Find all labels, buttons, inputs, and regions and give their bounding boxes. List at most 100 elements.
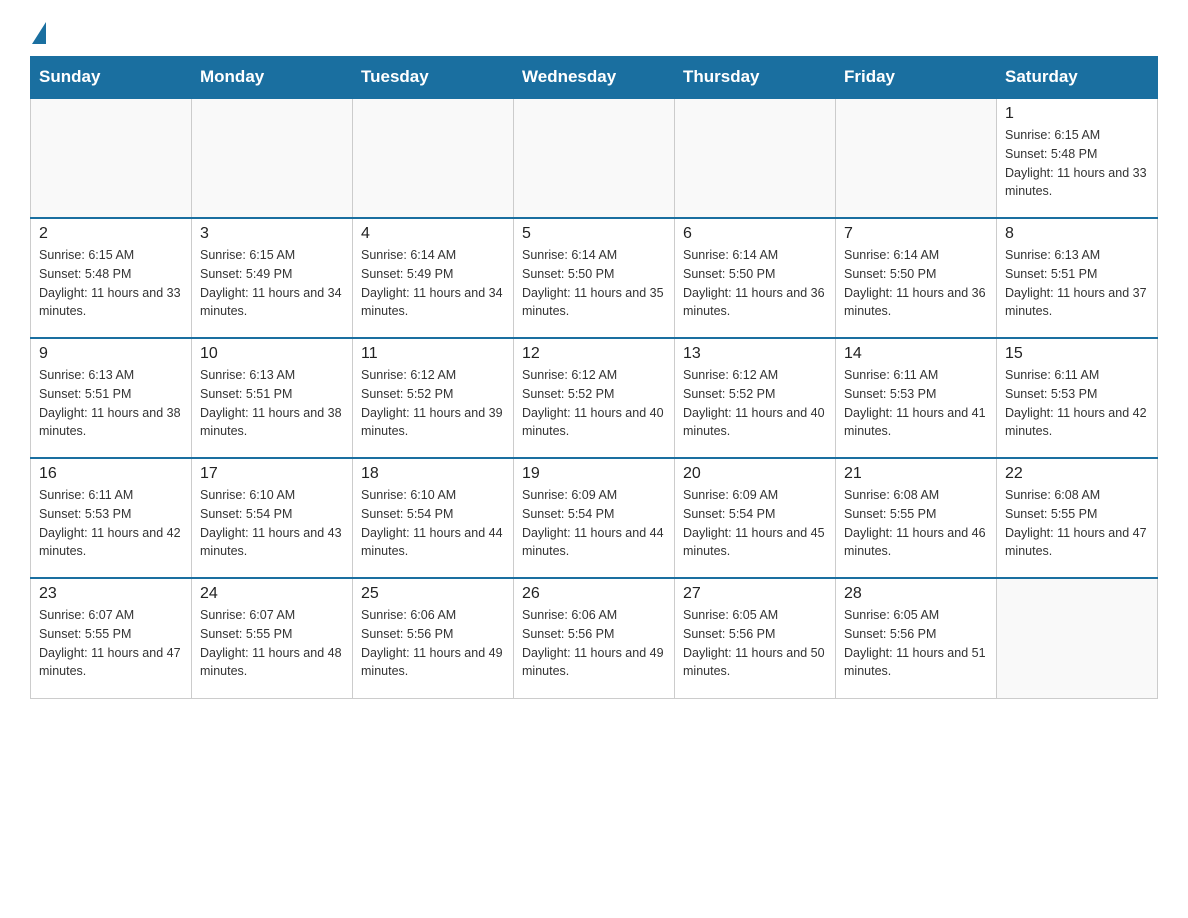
col-header-wednesday: Wednesday: [514, 57, 675, 99]
week-row-3: 9 Sunrise: 6:13 AMSunset: 5:51 PMDaylight…: [31, 338, 1158, 458]
calendar-cell: 1 Sunrise: 6:15 AMSunset: 5:48 PMDaylight…: [997, 98, 1158, 218]
calendar-cell: [675, 98, 836, 218]
calendar-cell: 13 Sunrise: 6:12 AMSunset: 5:52 PMDayligh…: [675, 338, 836, 458]
day-number: 15: [1005, 345, 1149, 363]
week-row-1: 1 Sunrise: 6:15 AMSunset: 5:48 PMDaylight…: [31, 98, 1158, 218]
calendar-cell: 27 Sunrise: 6:05 AMSunset: 5:56 PMDayligh…: [675, 578, 836, 698]
day-info: Sunrise: 6:07 AMSunset: 5:55 PMDaylight:…: [200, 606, 344, 681]
day-number: 20: [683, 465, 827, 483]
day-number: 24: [200, 585, 344, 603]
calendar-cell: 28 Sunrise: 6:05 AMSunset: 5:56 PMDayligh…: [836, 578, 997, 698]
day-number: 21: [844, 465, 988, 483]
day-info: Sunrise: 6:14 AMSunset: 5:50 PMDaylight:…: [844, 246, 988, 321]
calendar-header-row: SundayMondayTuesdayWednesdayThursdayFrid…: [31, 57, 1158, 99]
day-info: Sunrise: 6:08 AMSunset: 5:55 PMDaylight:…: [1005, 486, 1149, 561]
calendar-cell: [31, 98, 192, 218]
calendar-cell: 6 Sunrise: 6:14 AMSunset: 5:50 PMDaylight…: [675, 218, 836, 338]
calendar-cell: 7 Sunrise: 6:14 AMSunset: 5:50 PMDaylight…: [836, 218, 997, 338]
day-info: Sunrise: 6:12 AMSunset: 5:52 PMDaylight:…: [683, 366, 827, 441]
day-info: Sunrise: 6:13 AMSunset: 5:51 PMDaylight:…: [200, 366, 344, 441]
day-info: Sunrise: 6:10 AMSunset: 5:54 PMDaylight:…: [200, 486, 344, 561]
calendar-cell: 25Sunrise: 6:06 AMSunset: 5:56 PMDayligh…: [353, 578, 514, 698]
calendar-cell: 4 Sunrise: 6:14 AMSunset: 5:49 PMDaylight…: [353, 218, 514, 338]
week-row-5: 23 Sunrise: 6:07 AMSunset: 5:55 PMDayligh…: [31, 578, 1158, 698]
day-number: 1: [1005, 105, 1149, 123]
day-number: 12: [522, 345, 666, 363]
calendar-cell: 20 Sunrise: 6:09 AMSunset: 5:54 PMDayligh…: [675, 458, 836, 578]
logo-triangle-icon: [32, 22, 46, 44]
day-info: Sunrise: 6:15 AMSunset: 5:48 PMDaylight:…: [39, 246, 183, 321]
day-info: Sunrise: 6:12 AMSunset: 5:52 PMDaylight:…: [361, 366, 505, 441]
day-info: Sunrise: 6:12 AMSunset: 5:52 PMDaylight:…: [522, 366, 666, 441]
day-number: 10: [200, 345, 344, 363]
day-info: Sunrise: 6:08 AMSunset: 5:55 PMDaylight:…: [844, 486, 988, 561]
day-info: Sunrise: 6:09 AMSunset: 5:54 PMDaylight:…: [522, 486, 666, 561]
day-info: Sunrise: 6:11 AMSunset: 5:53 PMDaylight:…: [844, 366, 988, 441]
day-number: 22: [1005, 465, 1149, 483]
calendar-table: SundayMondayTuesdayWednesdayThursdayFrid…: [30, 56, 1158, 699]
calendar-cell: 18 Sunrise: 6:10 AMSunset: 5:54 PMDayligh…: [353, 458, 514, 578]
calendar-cell: 2 Sunrise: 6:15 AMSunset: 5:48 PMDaylight…: [31, 218, 192, 338]
calendar-cell: 3 Sunrise: 6:15 AMSunset: 5:49 PMDaylight…: [192, 218, 353, 338]
calendar-cell: 10 Sunrise: 6:13 AMSunset: 5:51 PMDayligh…: [192, 338, 353, 458]
logo: [30, 20, 46, 38]
calendar-cell: 16Sunrise: 6:11 AMSunset: 5:53 PMDayligh…: [31, 458, 192, 578]
calendar-cell: 12 Sunrise: 6:12 AMSunset: 5:52 PMDayligh…: [514, 338, 675, 458]
day-number: 11: [361, 345, 505, 363]
calendar-cell: 15 Sunrise: 6:11 AMSunset: 5:53 PMDayligh…: [997, 338, 1158, 458]
day-number: 28: [844, 585, 988, 603]
day-info: Sunrise: 6:10 AMSunset: 5:54 PMDaylight:…: [361, 486, 505, 561]
day-number: 8: [1005, 225, 1149, 243]
day-number: 14: [844, 345, 988, 363]
day-info: Sunrise: 6:14 AMSunset: 5:50 PMDaylight:…: [522, 246, 666, 321]
calendar-cell: 22 Sunrise: 6:08 AMSunset: 5:55 PMDayligh…: [997, 458, 1158, 578]
day-number: 19: [522, 465, 666, 483]
day-info: Sunrise: 6:05 AMSunset: 5:56 PMDaylight:…: [844, 606, 988, 681]
calendar-cell: 19 Sunrise: 6:09 AMSunset: 5:54 PMDayligh…: [514, 458, 675, 578]
day-number: 18: [361, 465, 505, 483]
calendar-cell: 9 Sunrise: 6:13 AMSunset: 5:51 PMDaylight…: [31, 338, 192, 458]
day-number: 16: [39, 465, 183, 483]
day-info: Sunrise: 6:05 AMSunset: 5:56 PMDaylight:…: [683, 606, 827, 681]
calendar-cell: 5 Sunrise: 6:14 AMSunset: 5:50 PMDaylight…: [514, 218, 675, 338]
calendar-cell: 24 Sunrise: 6:07 AMSunset: 5:55 PMDayligh…: [192, 578, 353, 698]
day-info: Sunrise: 6:11 AMSunset: 5:53 PMDaylight:…: [1005, 366, 1149, 441]
week-row-4: 16Sunrise: 6:11 AMSunset: 5:53 PMDayligh…: [31, 458, 1158, 578]
day-info: Sunrise: 6:15 AMSunset: 5:49 PMDaylight:…: [200, 246, 344, 321]
week-row-2: 2 Sunrise: 6:15 AMSunset: 5:48 PMDaylight…: [31, 218, 1158, 338]
day-info: Sunrise: 6:13 AMSunset: 5:51 PMDaylight:…: [1005, 246, 1149, 321]
day-number: 4: [361, 225, 505, 243]
day-number: 23: [39, 585, 183, 603]
day-number: 3: [200, 225, 344, 243]
day-info: Sunrise: 6:15 AMSunset: 5:48 PMDaylight:…: [1005, 126, 1149, 201]
day-number: 17: [200, 465, 344, 483]
calendar-cell: 21 Sunrise: 6:08 AMSunset: 5:55 PMDayligh…: [836, 458, 997, 578]
calendar-cell: 17 Sunrise: 6:10 AMSunset: 5:54 PMDayligh…: [192, 458, 353, 578]
calendar-cell: [514, 98, 675, 218]
day-number: 9: [39, 345, 183, 363]
day-info: Sunrise: 6:06 AMSunset: 5:56 PMDaylight:…: [361, 606, 505, 681]
day-number: 13: [683, 345, 827, 363]
col-header-monday: Monday: [192, 57, 353, 99]
col-header-thursday: Thursday: [675, 57, 836, 99]
day-number: 2: [39, 225, 183, 243]
day-number: 27: [683, 585, 827, 603]
calendar-cell: 11 Sunrise: 6:12 AMSunset: 5:52 PMDayligh…: [353, 338, 514, 458]
col-header-friday: Friday: [836, 57, 997, 99]
day-info: Sunrise: 6:06 AMSunset: 5:56 PMDaylight:…: [522, 606, 666, 681]
day-info: Sunrise: 6:13 AMSunset: 5:51 PMDaylight:…: [39, 366, 183, 441]
calendar-cell: [836, 98, 997, 218]
day-info: Sunrise: 6:14 AMSunset: 5:49 PMDaylight:…: [361, 246, 505, 321]
calendar-cell: 8 Sunrise: 6:13 AMSunset: 5:51 PMDaylight…: [997, 218, 1158, 338]
day-number: 26: [522, 585, 666, 603]
day-info: Sunrise: 6:07 AMSunset: 5:55 PMDaylight:…: [39, 606, 183, 681]
day-number: 7: [844, 225, 988, 243]
calendar-cell: [997, 578, 1158, 698]
col-header-tuesday: Tuesday: [353, 57, 514, 99]
day-number: 5: [522, 225, 666, 243]
day-info: Sunrise: 6:09 AMSunset: 5:54 PMDaylight:…: [683, 486, 827, 561]
day-info: Sunrise: 6:14 AMSunset: 5:50 PMDaylight:…: [683, 246, 827, 321]
day-number: 6: [683, 225, 827, 243]
calendar-cell: 26 Sunrise: 6:06 AMSunset: 5:56 PMDayligh…: [514, 578, 675, 698]
calendar-cell: [353, 98, 514, 218]
